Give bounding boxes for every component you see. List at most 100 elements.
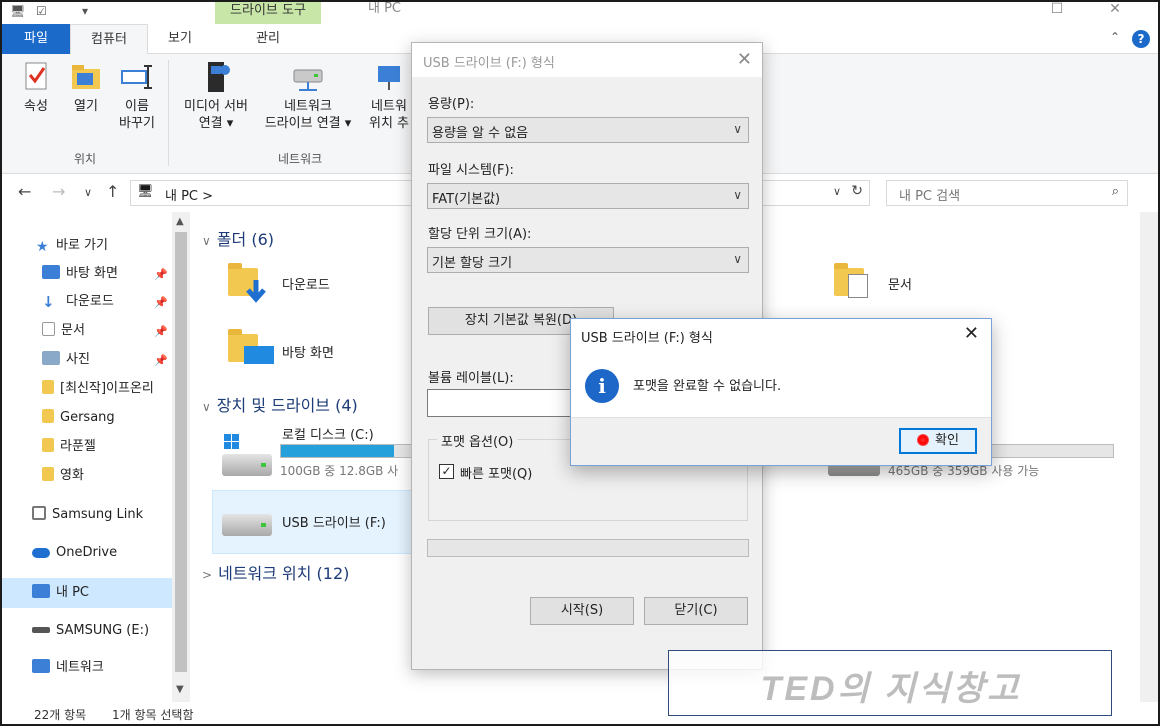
title-bar: 🖥 ☑ ▾ 드라이브 도구 내 PC ☐ ✕ [2,2,1158,24]
tab-file[interactable]: 파일 [2,24,70,54]
open-button[interactable]: 열기 [64,60,108,115]
content-scrollbar[interactable] [1140,212,1158,702]
app-icon: 🖥 [10,4,26,18]
drive-tools-tab-header: 드라이브 도구 [215,2,321,24]
start-button[interactable]: 시작(S) [530,597,634,625]
group-label-location: 위치 [74,152,97,166]
address-dropdown-icon[interactable]: ∨ [833,185,841,198]
local-disk-icon[interactable] [222,454,272,476]
desktop-label[interactable]: 바탕 화면 [282,342,334,361]
allocation-select[interactable]: 기본 할당 크기 ∨ [427,247,749,273]
nav-label: [최신작]이프온리 [60,381,154,396]
folders-section-header[interactable]: ∨ 폴더 (6) [202,226,274,250]
back-arrow-icon[interactable]: ← [18,182,31,201]
document-icon [42,322,55,336]
nav-item-network[interactable]: 네트워크 [32,656,104,680]
nav-item-samsung-link[interactable]: Samsung Link [32,503,143,527]
close-button[interactable]: 닫기(C) [644,597,748,625]
close-icon[interactable]: ✕ [737,49,752,70]
pin-icon[interactable]: 📌 [154,296,168,309]
ribbon-separator [168,60,169,166]
nav-item-onedrive[interactable]: OneDrive [32,541,117,565]
maximize-icon[interactable]: ☐ [1042,2,1072,16]
pin-icon[interactable]: 📌 [154,325,168,338]
tab-computer[interactable]: 컴퓨터 [70,24,148,55]
network-section-header[interactable]: > 네트워크 위치 (12) [202,560,349,584]
tab-manage[interactable]: 관리 [215,24,321,54]
watermark: TED의 지식창고 [668,650,1112,716]
properties-quick-icon[interactable]: ☑ [36,4,47,20]
watermark-text: TED의 지식창고 [760,670,1022,708]
network-drive-icon [291,60,325,94]
nav-item-pictures[interactable]: 사진 [42,348,90,372]
rename-button[interactable]: 이름 바꾸기 [112,60,162,132]
chevron-down-icon: ∨ [202,234,211,248]
filesystem-select[interactable]: FAT(기본값) ∨ [427,183,749,209]
properties-button[interactable]: 속성 [14,60,58,115]
nav-item-folder-movies[interactable]: 영화 [42,464,84,488]
nav-label: 사진 [66,352,90,367]
selection-count: 1개 항목 선택함 [112,708,194,722]
capacity-value: 용량을 알 수 없음 [432,126,529,141]
refresh-icon[interactable]: ↻ [851,183,863,199]
local-disk-usage-fill [281,445,395,457]
window-title: 내 PC [368,1,402,16]
nav-label: 영화 [60,468,84,483]
forward-arrow-icon[interactable]: → [52,182,65,201]
devices-section-header[interactable]: ∨ 장치 및 드라이브 (4) [202,392,358,416]
close-icon[interactable]: ✕ [964,323,979,344]
folder-icon [42,409,54,423]
media-server-button[interactable]: 미디어 서버 연결 ▾ [174,60,258,132]
message-box-title: USB 드라이브 (F:) 형식 [581,331,713,346]
pin-icon[interactable]: 📌 [154,354,168,367]
nav-item-this-pc[interactable]: 내 PC [32,581,89,605]
add-network-location-button[interactable]: 네트워 위치 추 [364,60,414,132]
nav-item-folder-ifonly[interactable]: [최신작]이프온리 [42,377,154,401]
map-drive-label-2: 드라이브 연결 ▾ [264,116,352,131]
nav-item-samsung-e[interactable]: SAMSUNG (E:) [32,619,149,643]
desktop-icon [42,265,60,279]
recent-locations-icon[interactable]: ∨ [84,186,92,199]
capacity-select[interactable]: 용량을 알 수 없음 ∨ [427,117,749,143]
item-count: 22개 항목 [34,708,87,722]
nav-scrollbar[interactable]: ▲ ▼ [172,212,190,702]
media-server-label-2: 연결 ▾ [198,116,234,131]
usb-drive-label[interactable]: USB 드라이브 (F:) [282,512,386,531]
nav-scrollbar-thumb[interactable] [175,232,187,672]
quick-format-checkbox[interactable]: ✓ [439,464,454,479]
up-arrow-icon[interactable]: ↑ [106,182,119,201]
nav-item-documents[interactable]: 문서 [42,319,85,343]
scroll-up-icon[interactable]: ▲ [176,216,184,227]
downloads-label[interactable]: 다운로드 [282,274,330,293]
nav-label: Samsung Link [52,507,144,522]
search-box[interactable]: 내 PC 검색 ⌕ [886,180,1128,206]
nav-item-downloads[interactable]: ↓ 다운로드 [42,290,114,314]
cloud-icon [32,548,50,558]
volume-label-label: 볼륨 레이블(L): [428,371,514,386]
collapse-ribbon-icon[interactable]: ⌃ [1110,30,1120,44]
explorer-window: 🖥 ☑ ▾ 드라이브 도구 내 PC ☐ ✕ 파일 컴퓨터 보기 관리 ⌃ ? … [0,0,1160,726]
nav-label: Gersang [60,410,115,425]
ok-button[interactable]: 확인 [899,428,977,454]
documents-label[interactable]: 문서 [888,274,912,293]
document-icon [848,274,868,298]
nav-item-folder-gersang[interactable]: Gersang [42,406,115,430]
network-location-icon [372,60,406,94]
close-window-icon[interactable]: ✕ [1100,2,1130,16]
address-path: 내 PC > [165,189,214,204]
nav-item-desktop[interactable]: 바탕 화면 [42,262,118,286]
nav-item-folder-rapunzel[interactable]: 라푼젤 [42,435,96,459]
map-network-drive-button[interactable]: 네트워크 드라이브 연결 ▾ [258,60,358,132]
net-location-label-1: 네트워 [371,99,407,114]
windows-logo-icon [224,434,240,450]
tab-view[interactable]: 보기 [148,24,212,54]
quick-format-label[interactable]: 빠른 포맷(Q) [460,463,532,482]
nav-label: 바로 가기 [56,238,108,253]
nav-item-quick-access[interactable]: ★ 바로 가기 [36,234,108,258]
usb-drive-icon[interactable] [222,514,272,536]
help-icon[interactable]: ? [1132,30,1150,48]
pin-icon[interactable]: 📌 [154,268,168,281]
scroll-down-icon[interactable]: ▼ [176,684,184,695]
quick-access-dropdown-icon[interactable]: ▾ [82,4,88,20]
local-disk-label[interactable]: 로컬 디스크 (C:) [282,424,374,443]
